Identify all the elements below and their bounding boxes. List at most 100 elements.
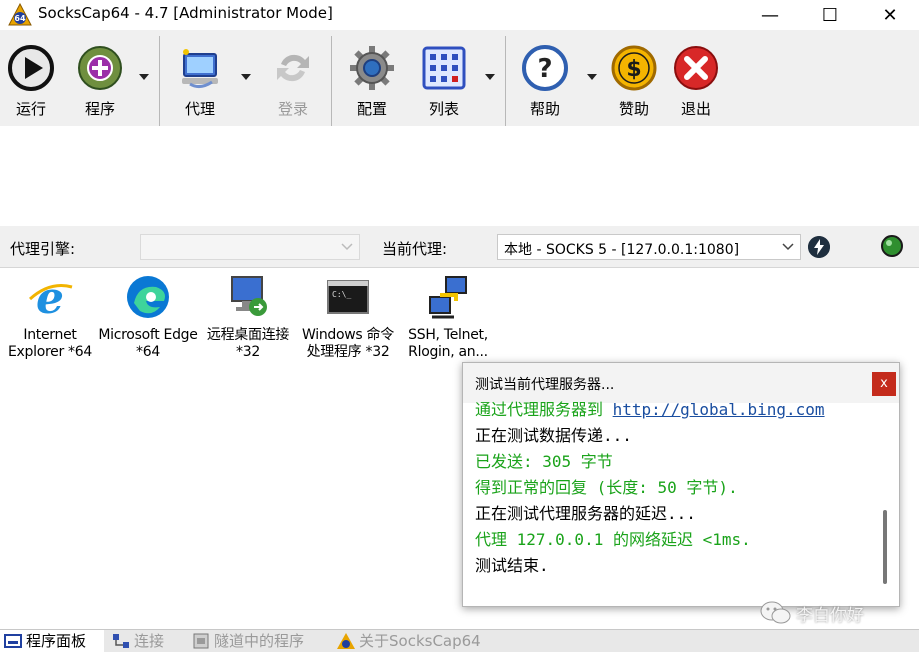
proxy-icon	[182, 49, 218, 89]
gear-icon	[350, 46, 394, 90]
programs-label: 程序	[84, 100, 115, 118]
log-line: 通过代理服务器到 http://global.bing.com	[475, 397, 875, 423]
log-line: 代理 127.0.0.1 的网络延迟 <1ms.	[475, 530, 751, 549]
tab-label: 隧道中的程序	[214, 632, 305, 650]
svg-text:?: ?	[537, 54, 552, 84]
current-proxy-value: 本地 - SOCKS 5 - [127.0.0.1:1080]	[504, 242, 740, 258]
chevron-down-icon	[782, 243, 794, 251]
login-label: 登录	[277, 100, 308, 118]
log-line: 已发送: 305 字节	[475, 452, 613, 471]
cmd-icon: C:\_	[327, 280, 369, 314]
program-name: Windows 命令处理程序 *32	[302, 327, 394, 360]
exit-icon	[674, 46, 718, 90]
log-url-link[interactable]: http://global.bing.com	[613, 400, 825, 419]
tunnel-icon	[193, 633, 209, 649]
lightning-test-icon[interactable]	[808, 236, 830, 258]
list-dropdown-icon[interactable]	[484, 72, 496, 82]
wechat-icon	[760, 601, 791, 624]
program-item-ssh[interactable]: SSH, Telnet, Rlogin, an...	[398, 273, 498, 361]
connection-status-icon	[881, 235, 903, 257]
proxy-engine-label: 代理引擎:	[10, 240, 76, 258]
tab-program-panel[interactable]: 程序面板	[0, 630, 104, 652]
log-line: 正在测试数据传递...	[475, 426, 632, 445]
programs-dropdown-icon[interactable]	[138, 72, 150, 82]
program-item-remote-desktop[interactable]: 远程桌面连接 *32	[198, 273, 298, 361]
app-logo-icon: 64	[8, 3, 32, 26]
login-button[interactable]: 登录	[263, 36, 323, 122]
program-name: Internet Explorer *64	[8, 327, 92, 360]
log-line: 正在测试代理服务器的延迟...	[475, 504, 696, 523]
popup-title: 测试当前代理服务器...	[475, 377, 615, 393]
status-area	[0, 126, 919, 226]
help-icon: ?	[522, 45, 568, 91]
program-item-edge[interactable]: Microsoft Edge *64	[98, 273, 198, 361]
program-name: Microsoft Edge *64	[98, 327, 198, 360]
toolbar-separator	[331, 36, 332, 126]
close-window-button[interactable]: ✕	[867, 0, 913, 30]
main-toolbar: 运行 程序 代理 登录 配置 列表 ? 帮助 $ 赞助 退出	[0, 30, 919, 126]
svg-text:C:\_: C:\_	[332, 290, 351, 299]
program-name: 远程桌面连接 *32	[206, 327, 290, 360]
tab-tunneled-programs[interactable]: 隧道中的程序	[188, 630, 328, 652]
tab-label: 关于SocksCap64	[359, 632, 481, 650]
grid-list-icon	[422, 46, 466, 90]
help-dropdown-icon[interactable]	[586, 72, 598, 82]
ssh-icon	[429, 276, 467, 319]
log-text: 通过代理服务器到	[475, 400, 613, 419]
popup-close-button[interactable]: x	[872, 372, 896, 396]
toolbar-separator	[505, 36, 506, 126]
help-button[interactable]: ? 帮助	[515, 36, 575, 122]
svg-text:$: $	[626, 57, 641, 82]
donate-label: 赞助	[618, 100, 649, 118]
chevron-down-icon	[341, 243, 353, 251]
sockscap-window: 64 SocksCap64 - 4.7 [Administrator Mode]…	[0, 0, 919, 652]
current-proxy-label: 当前代理:	[382, 240, 448, 258]
proxy-bar: 代理引擎: 当前代理: 本地 - SOCKS 5 - [127.0.0.1:10…	[0, 226, 919, 268]
window-title: SocksCap64 - 4.7 [Administrator Mode]	[38, 4, 333, 22]
run-button[interactable]: 运行	[1, 36, 61, 122]
svg-text:e: e	[36, 273, 64, 321]
play-icon	[8, 45, 54, 91]
config-button[interactable]: 配置	[342, 36, 402, 122]
donate-button[interactable]: $ 赞助	[604, 36, 664, 122]
edge-icon	[127, 276, 169, 318]
dollar-coin-icon: $	[611, 45, 657, 91]
watermark: 李白你好	[758, 598, 908, 628]
proxy-engine-select[interactable]	[140, 234, 360, 260]
proxy-label: 代理	[184, 100, 215, 118]
list-label: 列表	[428, 100, 459, 118]
tab-label: 程序面板	[26, 632, 87, 650]
title-bar: 64 SocksCap64 - 4.7 [Administrator Mode]…	[0, 0, 919, 30]
tab-label: 连接	[134, 632, 165, 650]
exit-button[interactable]: 退出	[666, 36, 726, 122]
remote-desktop-icon	[231, 276, 267, 316]
panel-icon	[4, 634, 22, 648]
maximize-button[interactable]: ☐	[807, 0, 853, 30]
list-button[interactable]: 列表	[414, 36, 474, 122]
app-logo-text: 64	[14, 14, 26, 23]
program-name: SSH, Telnet, Rlogin, an...	[408, 327, 488, 360]
test-log: 通过代理服务器到 http://global.bing.com 正在测试数据传递…	[475, 397, 875, 602]
current-proxy-select[interactable]: 本地 - SOCKS 5 - [127.0.0.1:1080]	[497, 234, 801, 260]
log-line: 得到正常的回复 (长度: 50 字节).	[475, 478, 738, 497]
proxy-test-popup: 测试当前代理服务器... x 通过代理服务器到 http://global.bi…	[462, 362, 900, 607]
program-item-cmd[interactable]: C:\_ Windows 命令处理程序 *32	[298, 273, 398, 361]
proxy-dropdown-icon[interactable]	[240, 72, 252, 82]
network-icon	[113, 634, 129, 648]
app-logo-icon	[337, 633, 355, 649]
log-scrollbar-thumb[interactable]	[883, 510, 887, 584]
program-item-internet-explorer[interactable]: e Internet Explorer *64	[0, 273, 100, 361]
watermark-text: 李白你好	[796, 606, 864, 626]
toolbar-separator	[159, 36, 160, 126]
proxy-button[interactable]: 代理	[170, 36, 230, 122]
refresh-icon	[277, 54, 309, 82]
tab-about[interactable]: 关于SocksCap64	[333, 630, 488, 652]
exit-label: 退出	[680, 100, 711, 118]
config-label: 配置	[356, 100, 387, 118]
run-label: 运行	[15, 100, 46, 118]
internet-explorer-icon: e	[28, 273, 73, 321]
minimize-button[interactable]: —	[747, 0, 793, 30]
tab-connections[interactable]: 连接	[108, 630, 182, 652]
help-label: 帮助	[529, 100, 560, 118]
programs-button[interactable]: 程序	[70, 36, 130, 122]
